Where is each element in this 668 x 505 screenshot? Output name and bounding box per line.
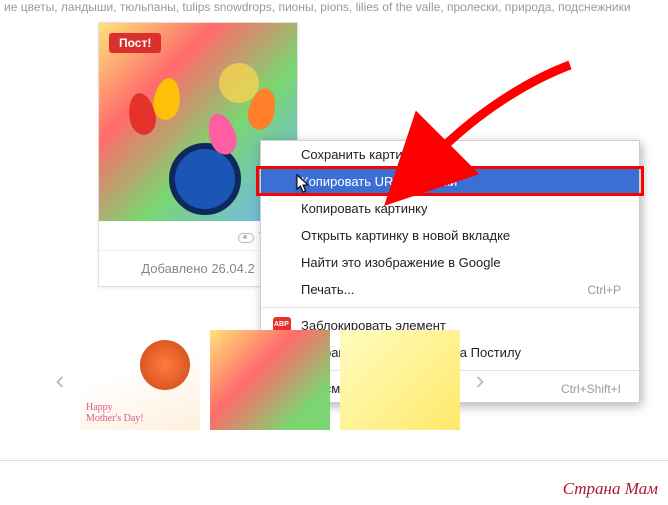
ctx-save-image-as[interactable]: Сохранить картинку как... [261,141,639,168]
thumbs-prev-button[interactable]: ‹ [50,365,70,395]
thumbnail[interactable]: HappyMother's Day! [80,330,200,430]
tags-line: ие цветы, ландыши, тюльпаны, tulips snow… [0,0,635,14]
ctx-print[interactable]: Печать... Ctrl+P [261,276,639,303]
watermark: Страна Мам [563,479,658,499]
thumbnail-caption: HappyMother's Day! [86,402,144,424]
thumbnail[interactable] [210,330,330,430]
thumbnail-row: ‹ HappyMother's Day! › [50,320,610,440]
post-badge: Пост! [109,33,161,53]
ctx-print-shortcut: Ctrl+P [587,283,621,297]
thumbnail[interactable] [340,330,460,430]
ctx-copy-image[interactable]: Копировать картинку [261,195,639,222]
thumbs-next-button[interactable]: › [470,365,490,395]
footer-divider [0,460,668,461]
eye-icon [238,233,254,243]
ctx-search-google[interactable]: Найти это изображение в Google [261,249,639,276]
ctx-copy-image-url[interactable]: Копировать URL картинки [261,168,639,195]
ctx-separator [261,307,639,308]
ctx-open-image-new-tab[interactable]: Открыть картинку в новой вкладке [261,222,639,249]
